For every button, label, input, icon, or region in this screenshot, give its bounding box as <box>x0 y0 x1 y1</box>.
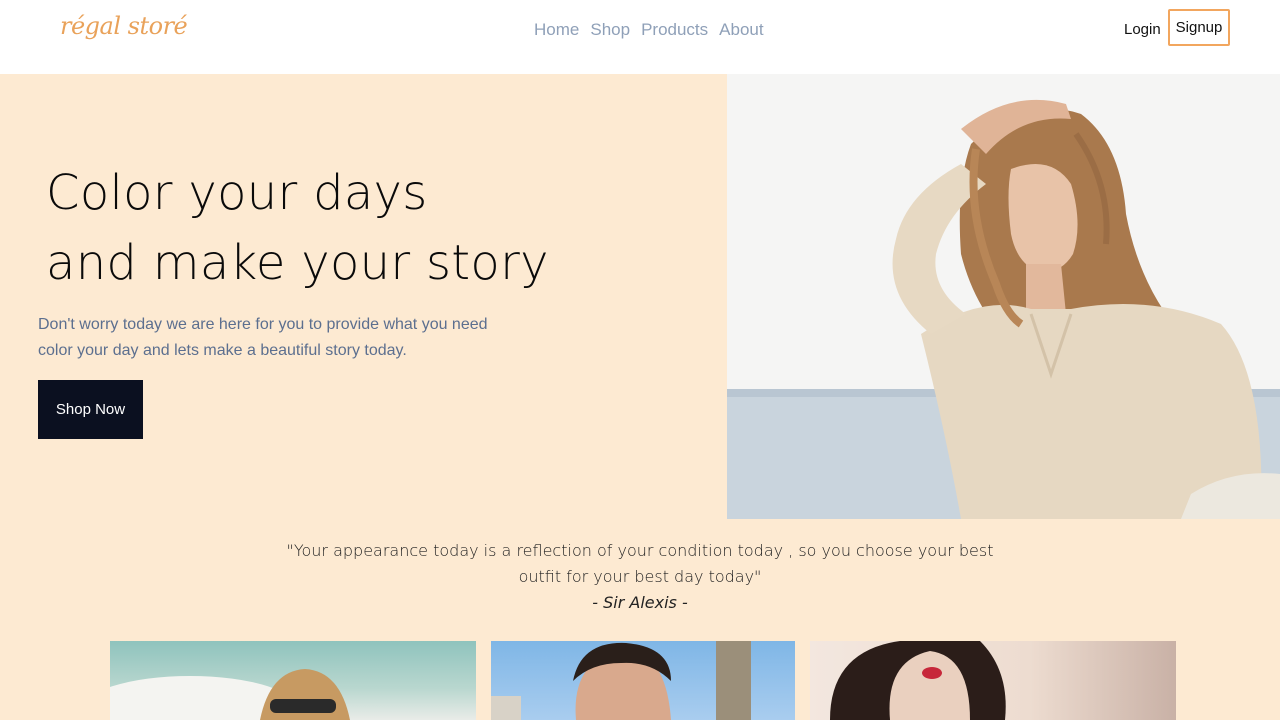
quote-text: "Your appearance today is a reflection o… <box>286 541 994 586</box>
signup-button[interactable]: Signup <box>1168 9 1230 46</box>
gallery-photo-woman-sunglasses <box>110 669 350 720</box>
quote-section: "Your appearance today is a reflection o… <box>0 538 1280 616</box>
hero-title: Color your days and make your story <box>46 158 549 298</box>
gallery-photo-man <box>491 641 751 720</box>
login-link[interactable]: Login <box>1124 21 1161 38</box>
main-nav: Home Shop Products About <box>534 20 764 40</box>
nav-link-shop[interactable]: Shop <box>590 20 630 40</box>
nav-link-home[interactable]: Home <box>534 20 579 40</box>
quote-author: - Sir Alexis - <box>592 593 688 612</box>
hero-photo-illustration <box>721 74 1280 519</box>
nav-link-about[interactable]: About <box>719 20 763 40</box>
brand-logo[interactable]: régal storé <box>60 12 188 40</box>
hero-title-line-1: Color your days <box>46 165 428 221</box>
navbar: régal storé Home Shop Products About Log… <box>0 0 1280 74</box>
gallery-image-3[interactable] <box>810 641 1176 720</box>
hero-image <box>721 74 1280 519</box>
shop-now-button[interactable]: Shop Now <box>38 380 143 439</box>
hero-description: Don't worry today we are here for you to… <box>38 316 488 359</box>
nav-link-products[interactable]: Products <box>641 20 708 40</box>
gallery-photo-woman-dark-hair <box>830 641 1006 720</box>
hero-title-line-2: and make your story <box>46 235 549 291</box>
gallery-image-1[interactable] <box>110 641 476 720</box>
gallery-image-2[interactable] <box>491 641 795 720</box>
